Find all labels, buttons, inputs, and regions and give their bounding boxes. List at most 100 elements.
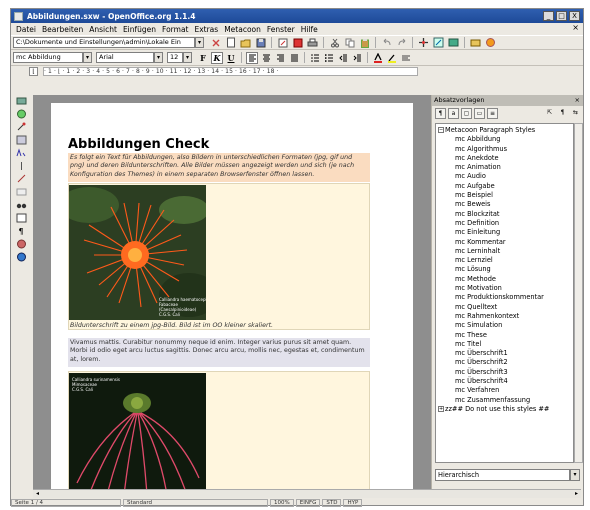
save-icon[interactable] [254,37,267,49]
show-draw-functions-icon[interactable] [14,134,28,146]
spellcheck-icon[interactable] [14,147,28,159]
styles-list[interactable]: − Metacoon Paragraph Styles mc Abbildung … [435,123,574,463]
stop-icon[interactable] [209,37,222,49]
style-item[interactable]: mc Blockzitat [438,210,571,219]
styles-extra-node[interactable]: + zz## Do not use this styles ## [438,405,571,414]
underline-button[interactable]: U [225,52,237,64]
menu-hilfe[interactable]: Hilfe [298,25,321,34]
autospellcheck-icon[interactable] [14,160,28,172]
paragraph-style-dropdown[interactable]: ▾ [83,52,92,63]
document-area[interactable]: Abbildungen Check Es folgt ein Text für … [33,95,431,489]
horizontal-ruler[interactable]: · 1 · ⌊ · 1 · 2 · 3 · 4 · 5 · 6 · 7 · 8 … [43,67,418,76]
style-filter-dropdown[interactable]: ▾ [570,469,580,481]
menu-metacoon[interactable]: Metacoon [221,25,264,34]
style-item[interactable]: mc Lernziel [438,256,571,265]
navigator-icon[interactable] [417,37,430,49]
stylist-icon[interactable] [432,37,445,49]
character-styles-icon[interactable]: a [448,108,459,119]
style-item[interactable]: mc Lerninhalt [438,247,571,256]
collapse-icon[interactable]: − [438,127,444,133]
align-right-icon[interactable] [274,52,286,64]
style-item[interactable]: mc Algorithmus [438,145,571,154]
style-item[interactable]: mc Kommentar [438,238,571,247]
styles-root-node[interactable]: − Metacoon Paragraph Styles [438,126,571,135]
bullets-icon[interactable] [323,52,335,64]
font-size-dropdown[interactable]: ▾ [183,52,192,63]
style-item[interactable]: mc Abbildung [438,135,571,144]
scroll-right-icon[interactable]: ▸ [572,490,581,498]
url-dropdown-button[interactable]: ▾ [195,37,204,48]
online-layout-icon[interactable] [14,212,28,224]
font-size-combo[interactable]: 12 [167,52,183,63]
open-folder-icon[interactable] [239,37,252,49]
close-button[interactable]: X [569,11,580,21]
style-item[interactable]: mc Audio [438,172,571,181]
increase-indent-icon[interactable] [351,52,363,64]
status-hyperlink-mode[interactable]: HYP [343,498,363,507]
url-field[interactable]: C:\Dokumente und Einstellungen\admin\Lok… [13,37,195,48]
font-name-combo[interactable]: Arial [96,52,154,63]
menu-datei[interactable]: Datei [13,25,39,34]
style-item[interactable]: mc These [438,331,571,340]
menu-einfuegen[interactable]: Einfügen [120,25,159,34]
horizontal-scrollbar[interactable]: ◂ ▸ [33,489,581,498]
style-item[interactable]: mc Verfahren [438,386,571,395]
justify-icon[interactable] [288,52,300,64]
update-style-icon[interactable]: ⇆ [570,108,581,119]
style-item[interactable]: mc Titel [438,340,571,349]
italic-button[interactable]: K [211,51,223,64]
menu-fenster[interactable]: Fenster [264,25,298,34]
background-color-icon[interactable] [400,52,412,64]
style-item[interactable]: mc Animation [438,163,571,172]
styles-list-scrollbar[interactable] [574,123,583,463]
style-item[interactable]: mc Beweis [438,200,571,209]
status-zoom[interactable]: 100% [270,498,294,507]
redo-icon[interactable] [395,37,408,49]
paste-icon[interactable] [358,37,371,49]
graphics-on-off-icon[interactable] [14,238,28,250]
find-replace-icon[interactable] [14,173,28,185]
edit-file-icon[interactable] [276,37,289,49]
search-icon[interactable] [14,199,28,211]
style-item[interactable]: mc Motivation [438,284,571,293]
numbering-icon[interactable] [309,52,321,64]
style-item[interactable]: mc Einleitung [438,228,571,237]
style-item[interactable]: mc Überschrift4 [438,377,571,386]
style-item[interactable]: mc Beispiel [438,191,571,200]
flower-image-red[interactable]: Calliandra haematocephala Fabaceae (Caes… [69,185,206,320]
align-left-icon[interactable] [246,51,258,64]
style-item[interactable]: mc Produktionskommentar [438,293,571,302]
frame-styles-icon[interactable]: ▢ [461,108,472,119]
new-document-icon[interactable] [224,37,237,49]
numbering-styles-icon[interactable]: ≡ [487,108,498,119]
tab-stop-selector[interactable]: ⌊ [29,67,38,76]
fill-format-icon[interactable]: ⇱ [544,108,555,119]
new-style-icon[interactable]: ¶ [557,108,568,119]
font-color-icon[interactable] [372,52,384,64]
style-item[interactable]: mc Überschrift3 [438,368,571,377]
style-item[interactable]: mc Definition [438,219,571,228]
menu-bearbeiten[interactable]: Bearbeiten [39,25,86,34]
style-item[interactable]: mc Überschrift2 [438,358,571,367]
page-styles-icon[interactable]: ▭ [474,108,485,119]
style-item[interactable]: mc Aufgabe [438,182,571,191]
paragraph-style-combo[interactable]: mc Abbildung [13,52,83,63]
web-layout-icon[interactable] [14,251,28,263]
style-item[interactable]: mc Lösung [438,265,571,274]
decrease-indent-icon[interactable] [337,52,349,64]
bold-button[interactable]: F [197,52,209,64]
style-item[interactable]: mc Zusammenfassung [438,396,571,405]
scroll-left-icon[interactable]: ◂ [33,490,42,498]
text-direction-icon[interactable] [14,186,28,198]
paragraph-styles-icon[interactable]: ¶ [435,108,446,119]
undo-icon[interactable] [380,37,393,49]
minimize-button[interactable]: _ [543,11,554,21]
status-selection-mode[interactable]: STD [322,498,342,507]
copy-icon[interactable] [343,37,356,49]
menu-extras[interactable]: Extras [191,25,221,34]
font-name-dropdown[interactable]: ▾ [154,52,163,63]
styles-panel-close-icon[interactable]: × [575,95,580,106]
nonprinting-chars-icon[interactable]: ¶ [14,225,28,237]
expand-icon[interactable]: + [438,405,444,412]
align-center-icon[interactable] [260,52,272,64]
